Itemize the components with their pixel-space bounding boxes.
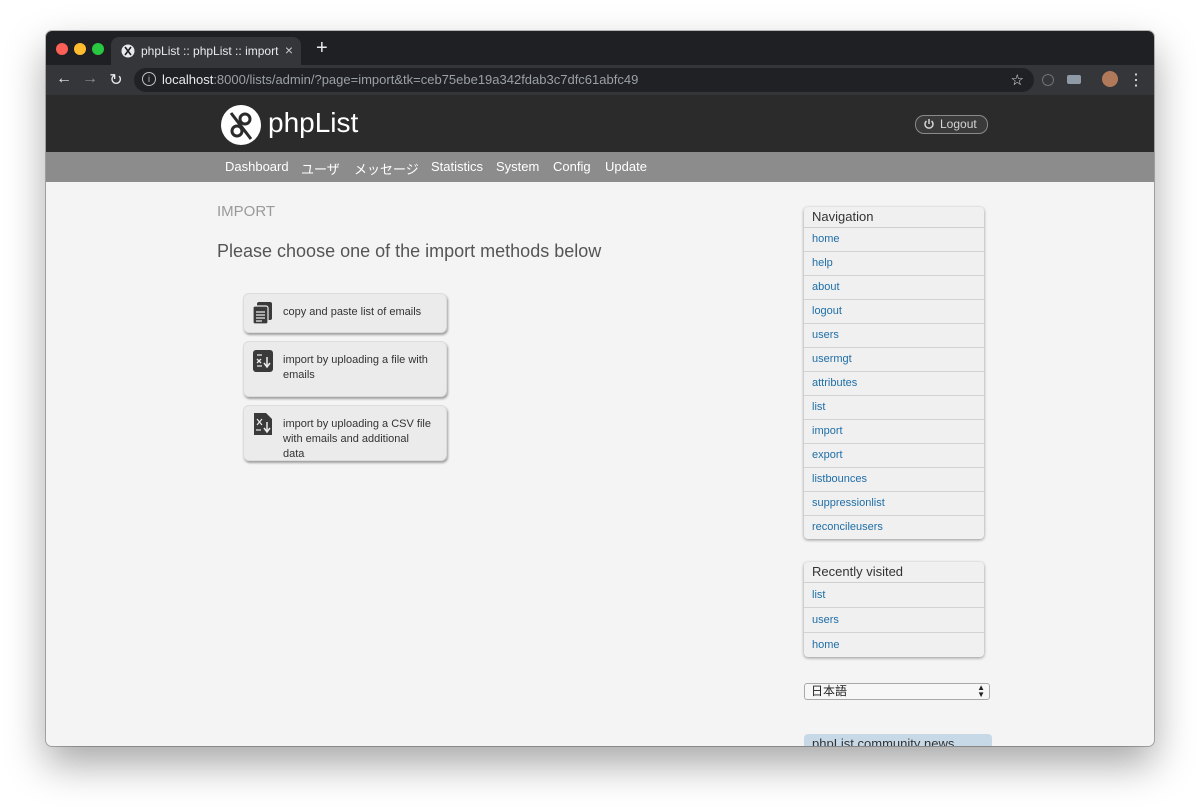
phplist-favicon-icon <box>121 44 135 58</box>
import-heading: Please choose one of the import methods … <box>217 241 602 261</box>
logo-text[interactable]: phpList <box>268 107 358 139</box>
url-host: localhost <box>162 72 214 87</box>
menu-dashboard[interactable]: Dashboard <box>225 159 289 174</box>
url-text: localhost:8000/lists/admin/?page=import&… <box>162 72 638 87</box>
recent-item-users[interactable]: users <box>804 608 984 633</box>
tab-bar: phpList :: phpList :: import × + <box>46 31 1154 65</box>
address-bar[interactable]: i localhost:8000/lists/admin/?page=impor… <box>134 68 1034 92</box>
power-icon <box>924 119 934 129</box>
close-window-button[interactable] <box>56 43 68 55</box>
menu-users[interactable]: ユーザ <box>301 159 340 178</box>
nav-item-export[interactable]: export <box>804 444 984 468</box>
clipboard-list-icon <box>252 302 272 325</box>
reload-icon[interactable]: ↻ <box>106 70 126 90</box>
csv-upload-icon <box>254 413 272 435</box>
recently-visited-title: Recently visited <box>804 562 984 583</box>
minimize-window-button[interactable] <box>74 43 86 55</box>
nav-item-attributes[interactable]: attributes <box>804 372 984 396</box>
url-path: :8000/lists/admin/?page=import&tk=ceb75e… <box>213 72 639 87</box>
phplist-logo-icon[interactable] <box>220 104 262 146</box>
nav-item-list[interactable]: list <box>804 396 984 420</box>
menu-update[interactable]: Update <box>605 159 647 174</box>
nav-item-listbounces[interactable]: listbounces <box>804 468 984 492</box>
logout-label: Logout <box>940 117 977 131</box>
recent-item-list[interactable]: list <box>804 583 984 608</box>
tab-close-icon[interactable]: × <box>285 42 293 58</box>
profile-avatar[interactable] <box>1102 71 1118 87</box>
extension-info-icon[interactable] <box>1042 74 1054 86</box>
recently-visited-panel: Recently visited list users home <box>804 562 984 657</box>
language-value: 日本語 <box>811 684 848 698</box>
file-upload-icon <box>253 350 273 372</box>
file-upload-import-button[interactable]: import by uploading a file with emails <box>243 341 447 397</box>
nav-item-usermgt[interactable]: usermgt <box>804 348 984 372</box>
menu-system[interactable]: System <box>496 159 539 174</box>
nav-item-suppressionlist[interactable]: suppressionlist <box>804 492 984 516</box>
forward-icon[interactable]: → <box>80 70 100 88</box>
browser-menu-icon[interactable]: ⋮ <box>1126 70 1146 90</box>
logout-button[interactable]: Logout <box>915 115 988 134</box>
nav-item-about[interactable]: about <box>804 276 984 300</box>
menu-messages[interactable]: メッセージ <box>354 159 419 178</box>
new-tab-button[interactable]: + <box>316 37 328 60</box>
select-arrows-icon: ▲ ▼ <box>977 683 985 699</box>
community-news-panel: phpList community news <box>804 734 992 746</box>
navigation-panel: Navigation home help about logout users … <box>804 207 984 539</box>
csv-upload-import-button[interactable]: import by uploading a CSV file with emai… <box>243 405 447 461</box>
browser-tab[interactable]: phpList :: phpList :: import × <box>111 37 301 65</box>
copy-paste-import-button[interactable]: copy and paste list of emails <box>243 293 447 333</box>
community-news-title: phpList community news <box>812 736 955 746</box>
nav-item-reconcileusers[interactable]: reconcileusers <box>804 516 984 539</box>
import-method-label: import by uploading a file with emails <box>283 354 428 381</box>
nav-item-import[interactable]: import <box>804 420 984 444</box>
page-title: IMPORT <box>217 203 276 220</box>
import-method-label: copy and paste list of emails <box>283 306 422 318</box>
extension-icon[interactable] <box>1067 75 1081 84</box>
menu-config[interactable]: Config <box>553 159 591 174</box>
import-method-label: import by uploading a CSV file with emai… <box>283 418 431 460</box>
tab-title: phpList :: phpList :: import <box>141 44 279 58</box>
browser-window: phpList :: phpList :: import × + ← → ↻ i… <box>46 31 1154 746</box>
site-info-icon[interactable]: i <box>142 72 156 86</box>
back-icon[interactable]: ← <box>54 70 74 88</box>
navigation-title: Navigation <box>804 207 984 228</box>
menu-statistics[interactable]: Statistics <box>431 159 483 174</box>
browser-toolbar: ← → ↻ i localhost:8000/lists/admin/?page… <box>46 65 1154 95</box>
nav-item-users[interactable]: users <box>804 324 984 348</box>
language-select[interactable]: 日本語 ▲ ▼ <box>804 683 990 700</box>
nav-item-help[interactable]: help <box>804 252 984 276</box>
bookmark-star-icon[interactable]: ☆ <box>1011 71 1024 89</box>
site-header: phpList Logout <box>46 95 1154 152</box>
nav-item-home[interactable]: home <box>804 228 984 252</box>
main-menu: Dashboard ユーザ メッセージ Statistics System Co… <box>46 152 1154 182</box>
maximize-window-button[interactable] <box>92 43 104 55</box>
recent-item-home[interactable]: home <box>804 633 984 657</box>
nav-item-logout[interactable]: logout <box>804 300 984 324</box>
